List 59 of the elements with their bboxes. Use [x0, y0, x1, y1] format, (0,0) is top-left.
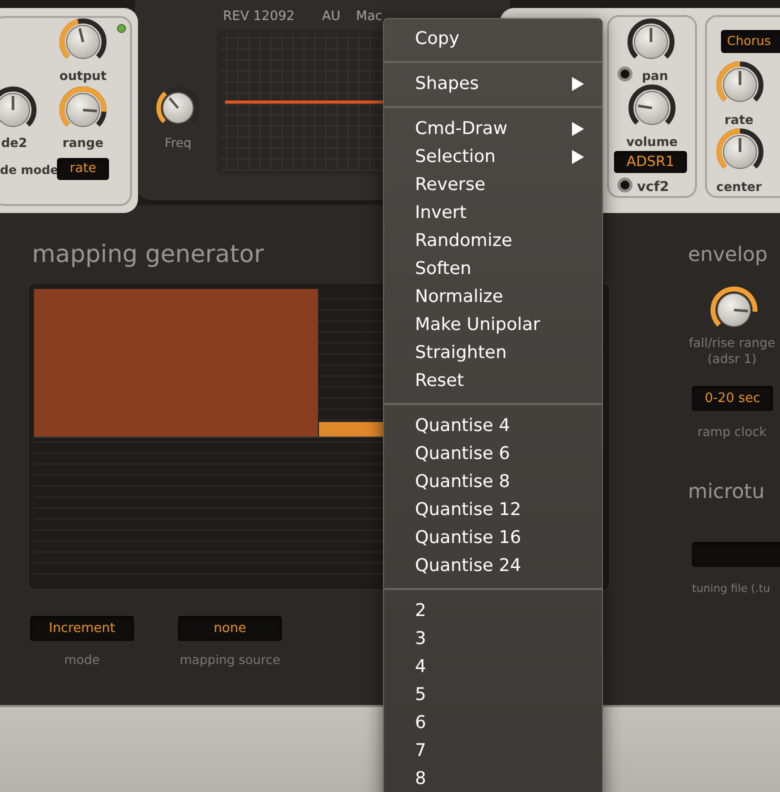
format-label: AU [322, 8, 340, 26]
clock-label: ramp clock [698, 423, 766, 441]
knob-label: range [62, 134, 104, 152]
mode-label: mode [64, 651, 100, 669]
jack-label: vcf2 [637, 178, 670, 197]
knob-label: volume [626, 133, 678, 151]
knob-label: ide2 [0, 134, 28, 152]
menu-item[interactable]: Reverse [384, 171, 602, 199]
menu-item[interactable]: 6 [384, 709, 602, 737]
effect-display[interactable]: Chorus [721, 30, 780, 53]
menu-item[interactable]: Shapes [384, 70, 602, 98]
knob-label: center [716, 178, 762, 196]
menu-item[interactable]: Reset [384, 367, 602, 395]
menu-item[interactable]: Straighten [384, 339, 602, 367]
menu-item[interactable]: Invert [384, 199, 602, 227]
knob-sublabel: (adsr 1) [708, 350, 756, 368]
menu-item[interactable]: 3 [384, 625, 602, 653]
tuning-file-field[interactable] [692, 542, 780, 567]
knob-label: pan [642, 67, 668, 85]
menu-item[interactable]: Make Unipolar [384, 311, 602, 339]
revision-label: REV 12092 [223, 8, 295, 26]
knob-label: output [59, 67, 107, 85]
section-title: mapping generator [32, 239, 264, 270]
menu-item[interactable]: 4 [384, 653, 602, 681]
knob-label: rate [724, 111, 754, 129]
menu-item[interactable]: Soften [384, 255, 602, 283]
platform-label: Mac [356, 8, 382, 26]
menu-item[interactable]: Copy [384, 25, 602, 53]
menu-item[interactable]: Quantise 12 [384, 496, 602, 524]
menu-item[interactable]: Selection [384, 143, 602, 171]
jack-icon[interactable] [617, 66, 633, 82]
knob-label: Freq [164, 134, 192, 152]
mode-display[interactable]: Increment [30, 616, 134, 641]
mode-label: de mode [0, 162, 58, 179]
submenu-arrow-icon [572, 122, 584, 136]
submenu-arrow-icon [572, 150, 584, 164]
source-display[interactable]: ADSR1 [614, 151, 687, 173]
source-label: mapping source [180, 651, 280, 669]
menu-item[interactable]: Quantise 8 [384, 468, 602, 496]
section-title: envelop [688, 241, 768, 268]
clock-display[interactable]: 0-20 sec [692, 386, 773, 411]
menu-item[interactable]: Normalize [384, 283, 602, 311]
menu-item[interactable]: 7 [384, 737, 602, 765]
knob-label: fall/rise range [688, 334, 776, 352]
menu-item[interactable]: 2 [384, 597, 602, 625]
menu-item[interactable]: 8 [384, 765, 602, 792]
menu-item[interactable]: Randomize [384, 227, 602, 255]
menu-item[interactable]: Cmd-Draw [384, 115, 602, 143]
menu-item[interactable]: 5 [384, 681, 602, 709]
menu-item[interactable]: Quantise 6 [384, 440, 602, 468]
source-display[interactable]: none [178, 616, 282, 641]
menu-item[interactable]: Quantise 24 [384, 552, 602, 580]
menu-item[interactable]: Quantise 16 [384, 524, 602, 552]
menu-item[interactable]: Quantise 4 [384, 412, 602, 440]
jack-icon[interactable] [617, 177, 633, 193]
field-label: tuning file (.tu [692, 581, 770, 597]
section-title: microtu [688, 478, 765, 505]
mode-display[interactable]: rate [57, 158, 109, 180]
submenu-arrow-icon [572, 77, 584, 91]
